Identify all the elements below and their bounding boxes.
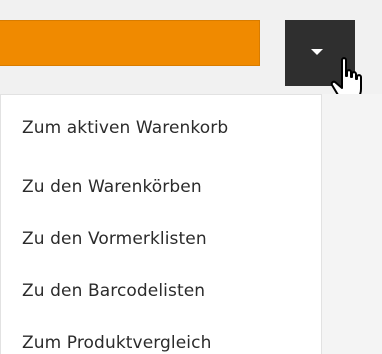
menu-item-barcode-lists[interactable]: Zu den Barcodelisten <box>1 265 321 317</box>
menu-item-carts[interactable]: Zu den Warenkörben <box>1 161 321 213</box>
page-background-right <box>322 94 382 354</box>
page: Zum aktiven Warenkorb Zu den Warenkörben… <box>0 0 382 354</box>
caret-down-icon <box>311 49 323 55</box>
cart-status-bar[interactable] <box>0 20 260 66</box>
menu-item-active-cart[interactable]: Zum aktiven Warenkorb <box>1 95 321 161</box>
menu-item-watchlists[interactable]: Zu den Vormerklisten <box>1 213 321 265</box>
menu-item-product-comparison[interactable]: Zum Produktvergleich <box>1 317 321 354</box>
dropdown-menu: Zum aktiven Warenkorb Zu den Warenkörben… <box>0 94 322 354</box>
